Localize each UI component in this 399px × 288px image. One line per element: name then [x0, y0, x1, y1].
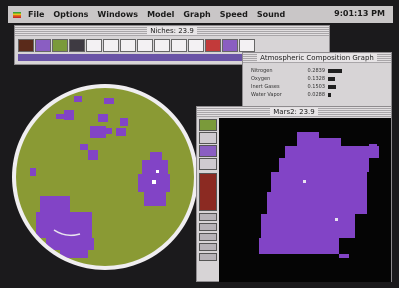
- menu-clock: 9:01:13 PM: [334, 9, 385, 18]
- atmosphere-title-bar[interactable]: Atmospheric Composition Graph: [243, 53, 391, 63]
- menu-model[interactable]: Model: [147, 10, 174, 19]
- sidebar-life-icon[interactable]: [199, 145, 217, 157]
- tool-bird-icon[interactable]: [137, 39, 153, 52]
- sidebar-button[interactable]: [199, 243, 217, 251]
- planet-globe[interactable]: [16, 88, 194, 266]
- gas-row: Oxygen 0.1328: [251, 75, 391, 83]
- menu-file[interactable]: File: [28, 10, 44, 19]
- tool-fish-icon[interactable]: [120, 39, 136, 52]
- sidebar-probe-icon[interactable]: [199, 158, 217, 170]
- apple-icon[interactable]: [12, 10, 22, 20]
- gas-name: Oxygen: [251, 76, 271, 82]
- gas-name: Water Vapor: [251, 92, 282, 98]
- gas-row: Inert Gases 0.1503: [251, 83, 391, 91]
- mars-title: Mars2: 23.9: [270, 108, 318, 116]
- gas-bar: [328, 77, 335, 81]
- gas-row: Nitrogen 0.2839: [251, 67, 391, 75]
- tool-reptile-icon[interactable]: [171, 39, 187, 52]
- tool-tree-icon[interactable]: [188, 39, 204, 52]
- mars-window: Mars2: 23.9: [196, 106, 392, 282]
- sidebar-brush-icon[interactable]: [199, 132, 217, 144]
- menu-graph[interactable]: Graph: [183, 10, 210, 19]
- gas-bar: [328, 85, 336, 89]
- tool-life-icon[interactable]: [35, 39, 51, 52]
- mars-tool-sidebar: [199, 118, 219, 261]
- mars-map-view[interactable]: [219, 118, 391, 282]
- sidebar-button[interactable]: [199, 253, 217, 261]
- niches-title: Niches: 23.9: [147, 27, 197, 35]
- gas-bar: [328, 69, 342, 73]
- gas-value: 0.1503: [307, 84, 326, 90]
- gas-value: 0.1328: [307, 76, 326, 82]
- atmosphere-window: Atmospheric Composition Graph Nitrogen 0…: [242, 52, 392, 112]
- gas-name: Inert Gases: [251, 84, 280, 90]
- gas-name: Nitrogen: [251, 68, 273, 74]
- sidebar-terrain-icon[interactable]: [199, 119, 217, 131]
- tool-robot-icon[interactable]: [239, 39, 255, 52]
- gas-bar: [328, 93, 331, 97]
- menu-windows[interactable]: Windows: [97, 10, 138, 19]
- tool-mammal-icon[interactable]: [154, 39, 170, 52]
- tool-microbe-icon[interactable]: [222, 39, 238, 52]
- gas-row: Water Vapor 0.0288: [251, 91, 391, 99]
- tool-insect-icon[interactable]: [103, 39, 119, 52]
- sidebar-button[interactable]: [199, 233, 217, 241]
- planet-globe-view[interactable]: [12, 84, 198, 270]
- gas-value: 0.0288: [307, 92, 326, 98]
- sidebar-button[interactable]: [199, 213, 217, 221]
- menu-options[interactable]: Options: [53, 10, 88, 19]
- tool-creature-icon[interactable]: [86, 39, 102, 52]
- tool-animal-icon[interactable]: [69, 39, 85, 52]
- menu-bar: File Options Windows Model Graph Speed S…: [8, 6, 393, 23]
- globe-life-patches: [30, 96, 170, 258]
- tool-select-icon[interactable]: [18, 39, 34, 52]
- menu-speed[interactable]: Speed: [220, 10, 248, 19]
- atmosphere-title: Atmospheric Composition Graph: [257, 54, 377, 62]
- menu-sound[interactable]: Sound: [257, 10, 285, 19]
- mars-title-bar[interactable]: Mars2: 23.9: [197, 107, 391, 117]
- tool-plant-icon[interactable]: [52, 39, 68, 52]
- sidebar-event-list[interactable]: [199, 173, 217, 211]
- niche-tool-palette: [18, 39, 255, 52]
- mars-life-region: [259, 132, 379, 258]
- tool-fire-icon[interactable]: [205, 39, 221, 52]
- gas-value: 0.2839: [307, 68, 326, 74]
- sidebar-button[interactable]: [199, 223, 217, 231]
- niches-title-bar[interactable]: Niches: 23.9: [15, 26, 329, 36]
